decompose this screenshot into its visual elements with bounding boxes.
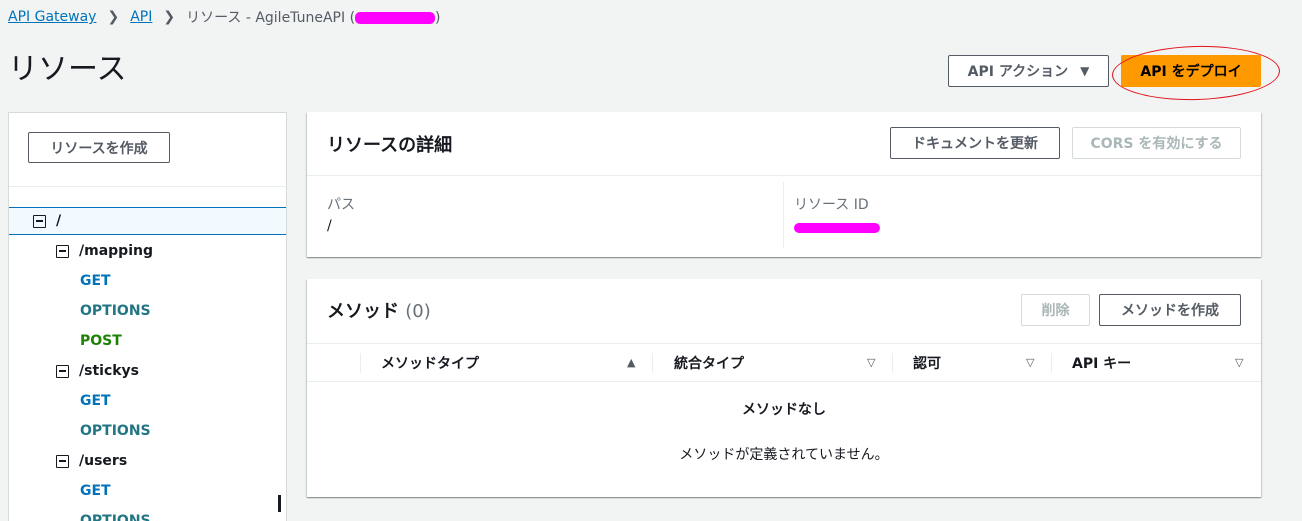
sidebar-resize-handle[interactable]: [278, 495, 281, 512]
tree-method-get[interactable]: GET: [80, 393, 111, 409]
panel-divider: [307, 175, 1261, 176]
methods-title: メソッド (0): [327, 297, 431, 323]
breadcrumb-current-prefix: リソース - AgileTuneAPI (: [186, 10, 356, 26]
enable-cors-button[interactable]: CORS を有効にする: [1072, 127, 1241, 159]
methods-table-header: メソッドタイプ ▲ 統合タイプ ▽ 認可 ▽ API キー ▽: [307, 343, 1261, 382]
column-separator: [1051, 353, 1052, 373]
tree-method-options[interactable]: OPTIONS: [80, 423, 151, 439]
tree-item-label: /: [56, 213, 62, 229]
breadcrumb-api-gateway-link[interactable]: API Gateway: [8, 9, 96, 25]
methods-panel: メソッド (0) 削除 メソッドを作成 メソッドタイプ ▲ 統合タイプ ▽ 認可…: [307, 279, 1261, 497]
sort-ascending-icon[interactable]: ▲: [627, 356, 635, 369]
resource-details-title: リソースの詳細: [327, 135, 453, 156]
red-annotation-circle: [1111, 43, 1281, 103]
sort-icon[interactable]: ▽: [1026, 356, 1034, 369]
breadcrumb-api-link[interactable]: API: [130, 9, 152, 25]
redacted-resource-id: [794, 223, 880, 233]
tree-item-label: /users: [79, 453, 128, 469]
breadcrumb: API Gateway ❯ API ❯ リソース - AgileTuneAPI …: [8, 6, 441, 28]
chevron-right-icon: ❯: [107, 9, 120, 25]
tree-item-root[interactable]: /: [33, 213, 61, 229]
path-label: パス: [327, 197, 355, 213]
redacted-api-id: [355, 12, 436, 24]
column-separator: [892, 353, 893, 373]
api-actions-label: API アクション: [967, 64, 1069, 80]
column-separator: [360, 353, 361, 373]
resource-tree-sidebar: リソースを作成 / /mapping GET OPTIONS POST /sti…: [8, 112, 287, 521]
tree-item-label: /mapping: [79, 243, 153, 259]
breadcrumb-current-suffix: ): [435, 10, 441, 26]
delete-method-button[interactable]: 削除: [1021, 294, 1090, 326]
chevron-right-icon: ❯: [163, 9, 176, 25]
update-documentation-button[interactable]: ドキュメントを更新: [890, 127, 1060, 159]
sidebar-divider: [9, 186, 286, 187]
sort-icon[interactable]: ▽: [1235, 356, 1243, 369]
caret-down-icon: ▼: [1080, 64, 1090, 78]
tree-item-mapping[interactable]: /mapping: [56, 243, 153, 259]
api-actions-dropdown[interactable]: API アクション ▼: [948, 55, 1109, 87]
column-separator: [652, 353, 653, 373]
sort-icon[interactable]: ▽: [867, 356, 875, 369]
collapse-icon[interactable]: [33, 214, 46, 228]
empty-state-title: メソッドなし: [742, 402, 826, 418]
column-header-method-type[interactable]: メソッドタイプ: [381, 344, 479, 382]
tree-method-options[interactable]: OPTIONS: [80, 513, 151, 521]
tree-item-stickys[interactable]: /stickys: [56, 363, 139, 379]
resource-id-label: リソース ID: [794, 197, 869, 213]
empty-state-message: メソッドが定義されていません。: [679, 447, 889, 463]
collapse-icon[interactable]: [56, 454, 69, 468]
tree-item-label: /stickys: [79, 363, 140, 379]
tree-method-options[interactable]: OPTIONS: [80, 303, 151, 319]
methods-title-text: メソッド: [327, 301, 399, 322]
page-title: リソース: [8, 52, 127, 87]
collapse-icon[interactable]: [56, 364, 69, 378]
column-header-api-key[interactable]: API キー: [1072, 344, 1131, 382]
breadcrumb-current: リソース - AgileTuneAPI (): [186, 7, 440, 27]
collapse-icon[interactable]: [56, 244, 69, 258]
create-resource-button[interactable]: リソースを作成: [28, 132, 170, 163]
tree-method-get[interactable]: GET: [80, 273, 111, 289]
resource-details-panel: リソースの詳細 ドキュメントを更新 CORS を有効にする パス / リソース …: [307, 112, 1261, 257]
column-header-integration-type[interactable]: 統合タイプ: [674, 344, 744, 382]
path-value: /: [327, 218, 332, 234]
tree-item-users[interactable]: /users: [56, 453, 127, 469]
column-divider: [783, 182, 784, 248]
methods-count: (0): [405, 301, 431, 322]
tree-method-post[interactable]: POST: [80, 333, 122, 349]
column-header-authorization[interactable]: 認可: [913, 344, 941, 382]
create-method-button[interactable]: メソッドを作成: [1099, 294, 1241, 326]
tree-method-get[interactable]: GET: [80, 483, 111, 499]
